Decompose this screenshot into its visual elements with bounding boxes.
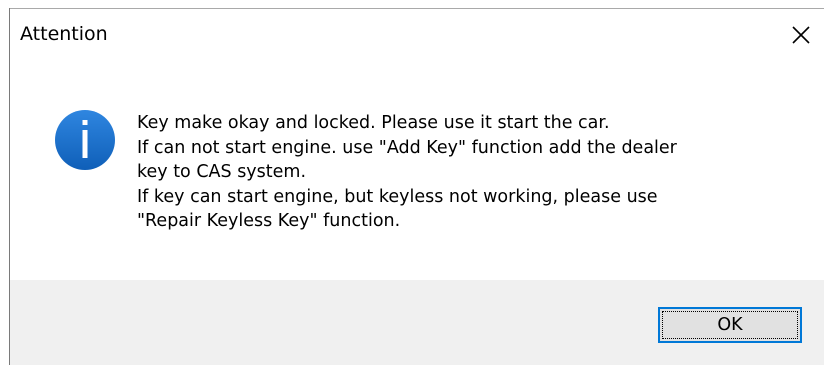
message-line: If can not start engine. use "Add Key" f…	[137, 137, 677, 158]
close-icon	[792, 26, 810, 44]
dialog-title: Attention	[20, 23, 108, 45]
dialog-message: Key make okay and locked. Please use it …	[137, 111, 807, 234]
dialog-window: Attention Key make okay and locked. Plea…	[0, 0, 824, 365]
message-line: If key can start engine, but keyless not…	[137, 186, 658, 207]
ok-button[interactable]: OK	[658, 307, 802, 343]
message-line: Key make okay and locked. Please use it …	[137, 113, 610, 133]
message-line: "Repair Keyless Key" function.	[137, 211, 401, 231]
close-button[interactable]	[778, 9, 824, 61]
title-bar[interactable]: Attention	[10, 9, 824, 65]
message-line: key to CAS system.	[137, 162, 307, 182]
dialog-content: Key make okay and locked. Please use it …	[10, 65, 824, 280]
info-icon	[55, 110, 115, 170]
dialog-footer: OK	[10, 280, 824, 365]
